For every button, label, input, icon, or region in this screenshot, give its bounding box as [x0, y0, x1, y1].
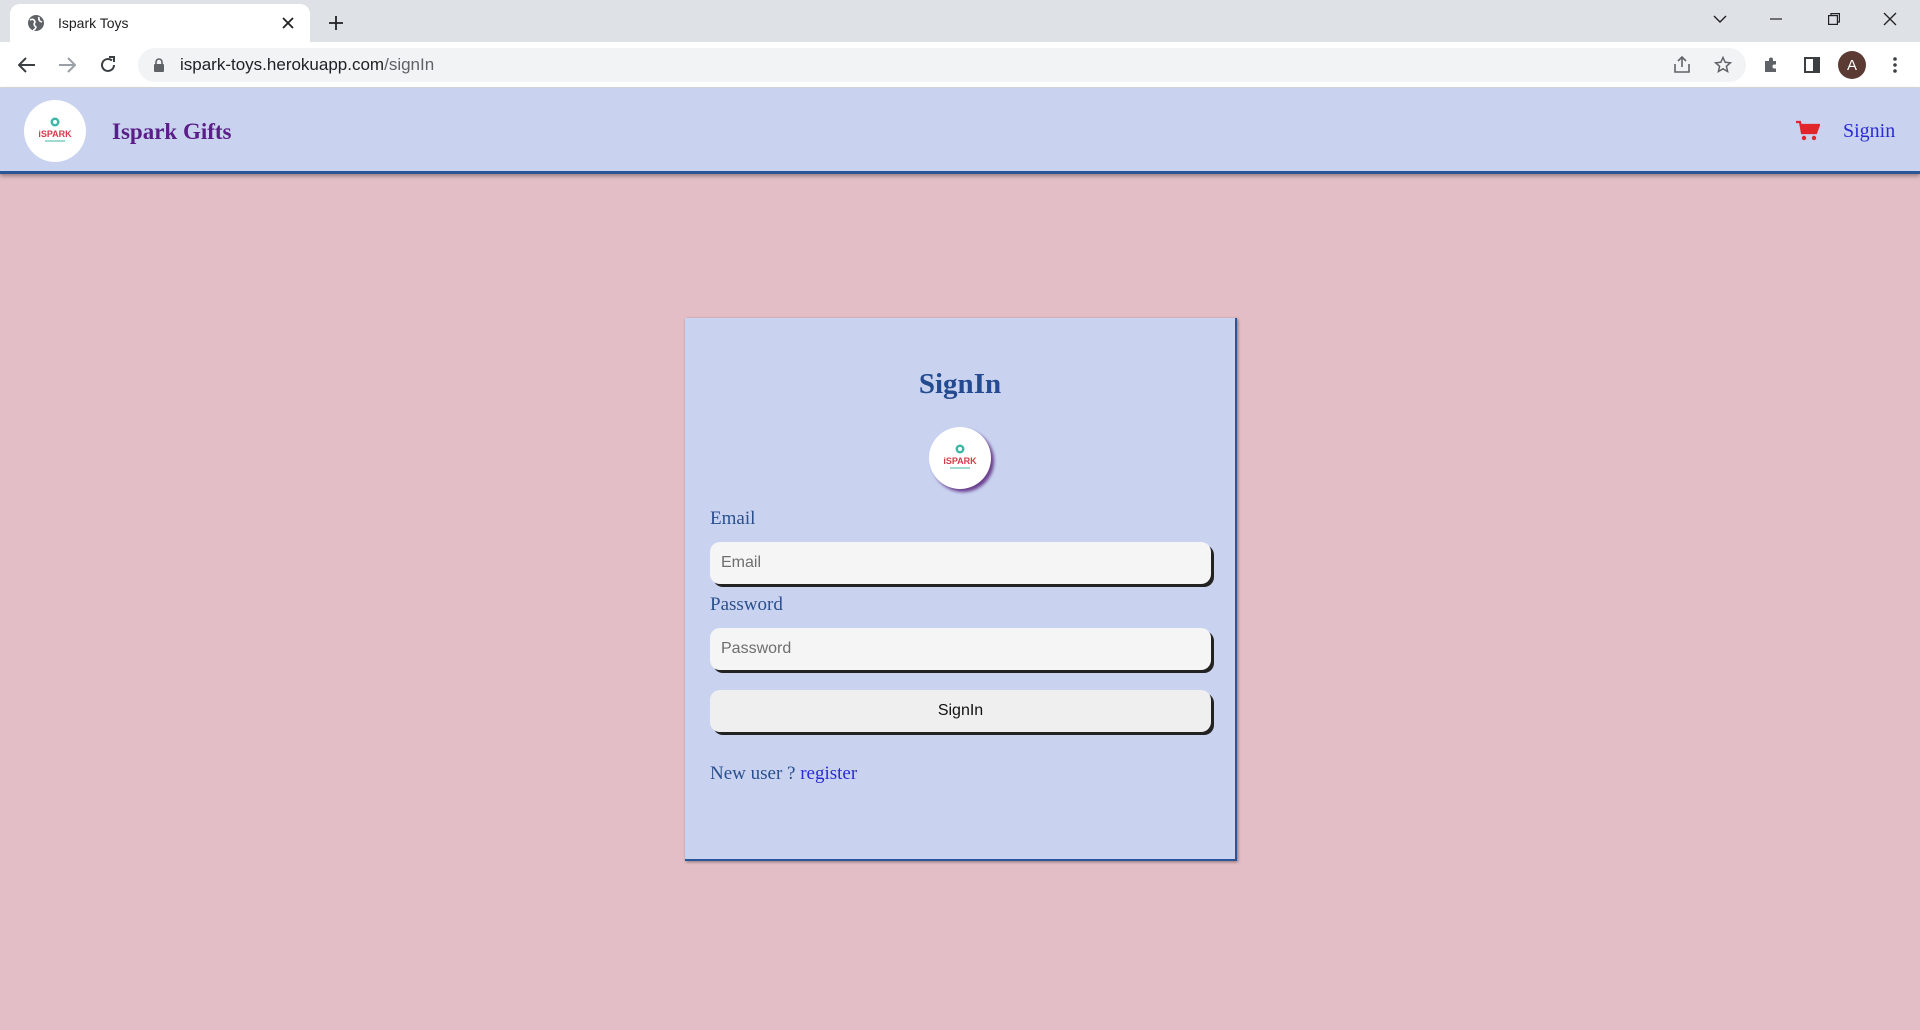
ispark-logo-icon: iSPARK — [38, 117, 72, 142]
more-vertical-icon — [1893, 57, 1897, 73]
reload-button[interactable] — [92, 49, 124, 81]
globe-icon — [28, 15, 44, 31]
share-button[interactable] — [1667, 50, 1697, 80]
svg-text:iSPARK: iSPARK — [943, 456, 977, 466]
lock-icon[interactable] — [152, 58, 166, 72]
new-user-prompt: New user ? register — [710, 763, 857, 785]
forward-button[interactable] — [51, 49, 83, 81]
star-icon — [1714, 56, 1732, 74]
email-label: Email — [710, 508, 756, 529]
browser-tab-strip: Ispark Toys — [0, 0, 1920, 42]
password-label: Password — [710, 594, 783, 615]
svg-text:iSPARK: iSPARK — [38, 129, 72, 139]
arrow-right-icon — [59, 57, 76, 73]
chevron-down-icon — [1713, 15, 1727, 23]
puzzle-icon — [1765, 57, 1776, 72]
profile-avatar[interactable]: A — [1838, 51, 1866, 79]
header-logo[interactable]: iSPARK — [24, 100, 86, 162]
tab-search-button[interactable] — [1692, 0, 1748, 38]
share-icon — [1674, 56, 1690, 73]
brand-name[interactable]: Ispark Gifts — [112, 119, 232, 145]
minimize-icon — [1770, 18, 1782, 20]
bookmark-button[interactable] — [1708, 50, 1738, 80]
side-panel-button[interactable] — [1797, 50, 1827, 80]
reload-icon — [101, 56, 115, 72]
browser-tab[interactable]: Ispark Toys — [10, 4, 310, 42]
url-path: /signIn — [384, 55, 435, 74]
shopping-cart-icon[interactable] — [1796, 120, 1820, 142]
email-field[interactable] — [710, 542, 1211, 584]
arrow-left-icon — [18, 57, 35, 73]
close-window-button[interactable] — [1862, 0, 1918, 38]
minimize-button[interactable] — [1748, 0, 1804, 38]
password-field[interactable] — [710, 628, 1211, 670]
signin-button[interactable]: SignIn — [710, 690, 1211, 732]
back-button[interactable] — [11, 49, 43, 81]
extensions-button[interactable] — [1756, 50, 1786, 80]
restore-button[interactable] — [1806, 0, 1862, 38]
url-text[interactable]: ispark-toys.herokuapp.com/signIn — [180, 55, 434, 75]
new-tab-button[interactable] — [322, 9, 350, 37]
address-bar[interactable]: ispark-toys.herokuapp.com/signIn — [138, 48, 1746, 82]
side-panel-icon — [1804, 57, 1820, 73]
signin-title: SignIn — [918, 368, 1002, 400]
new-user-text: New user ? — [710, 763, 796, 784]
tab-title: Ispark Toys — [58, 15, 129, 31]
plus-icon — [329, 16, 343, 30]
register-link[interactable]: register — [800, 763, 857, 784]
header-signin-link[interactable]: Signin — [1843, 120, 1895, 143]
url-host: ispark-toys.herokuapp.com — [180, 55, 385, 74]
close-icon — [1883, 12, 1897, 26]
browser-menu-button[interactable] — [1880, 50, 1910, 80]
browser-toolbar: ispark-toys.herokuapp.com/signIn — [0, 42, 1920, 88]
close-tab-icon[interactable] — [278, 13, 298, 33]
restore-icon — [1828, 13, 1840, 25]
signin-logo: iSPARK — [929, 427, 991, 489]
signin-card: SignIn iSPARK Email Password SignIn New … — [685, 318, 1237, 861]
ispark-logo-icon: iSPARK — [943, 444, 977, 469]
site-header: iSPARK Ispark Gifts Signin — [0, 88, 1920, 174]
